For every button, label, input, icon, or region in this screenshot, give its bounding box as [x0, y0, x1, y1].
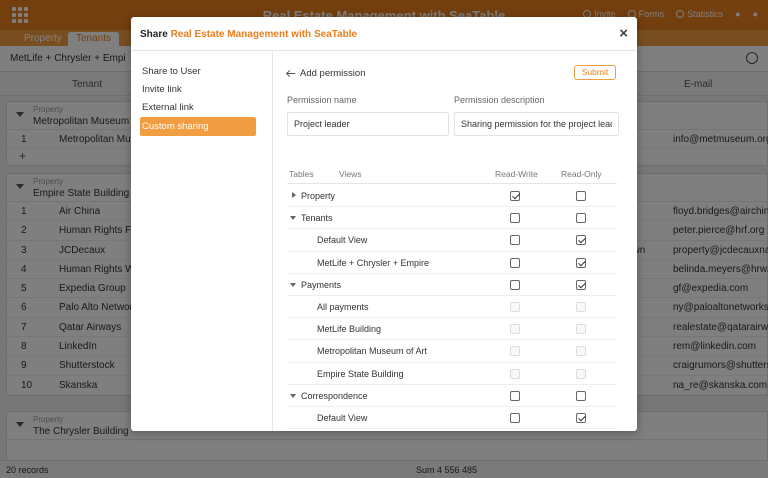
header-read-write: Read-Write — [495, 169, 538, 179]
read-write-checkbox[interactable] — [510, 279, 520, 290]
sidebar-item-share-to-user[interactable]: Share to User — [140, 62, 256, 81]
header-views: Views — [339, 169, 362, 179]
permission-view-row: All payments — [287, 296, 617, 319]
sidebar-item-external-link[interactable]: External link — [140, 98, 256, 117]
read-only-checkbox[interactable] — [576, 413, 586, 423]
permission-description-label: Permission description — [454, 95, 545, 105]
read-only-checkbox[interactable] — [576, 390, 586, 401]
permission-view-row: Empire State Building — [287, 363, 617, 385]
read-only-checkbox[interactable] — [576, 213, 586, 224]
permission-view-row: Default View — [287, 229, 617, 252]
permission-label: Property — [301, 191, 336, 201]
back-to-list[interactable]: Add permission — [287, 68, 365, 79]
add-permission-heading: Add permission — [300, 68, 366, 79]
caret-down-icon[interactable] — [290, 393, 296, 398]
read-write-checkbox — [510, 346, 520, 357]
header-tables: Tables — [289, 169, 314, 179]
read-write-checkbox — [510, 368, 520, 379]
dialog-header: Share Real Estate Management with SeaTab… — [131, 17, 637, 51]
permission-table-row: Tenants — [287, 207, 617, 230]
permission-description-input[interactable] — [454, 112, 619, 136]
header-read-only: Read-Only — [561, 169, 602, 179]
sidebar-item-custom-permissions[interactable]: Custom sharing permissions — [140, 117, 256, 151]
read-only-checkbox — [576, 346, 586, 357]
read-write-checkbox[interactable] — [510, 191, 520, 201]
read-only-checkbox[interactable] — [576, 279, 586, 290]
read-only-checkbox[interactable] — [576, 257, 586, 268]
share-sidebar: Share to User Invite link External link … — [131, 51, 273, 431]
permission-label: Tenants — [301, 213, 333, 224]
read-only-checkbox — [576, 368, 586, 379]
permission-name-input[interactable] — [287, 112, 449, 136]
permission-label: All payments — [317, 302, 369, 312]
permission-label: Empire State Building — [317, 368, 404, 379]
submit-button[interactable]: Submit — [574, 65, 616, 80]
permission-view-row: MetLife + Chrysler + Empire — [287, 252, 617, 274]
permission-view-row: MetLife Building — [287, 318, 617, 341]
caret-down-icon[interactable] — [290, 216, 296, 221]
read-write-checkbox[interactable] — [510, 413, 520, 423]
read-write-checkbox — [510, 324, 520, 335]
permission-name-label: Permission name — [287, 95, 357, 105]
dialog-title-base: Real Estate Management with SeaTable — [170, 29, 358, 40]
permission-editor: Add permission Submit Permission name Pe… — [274, 51, 637, 431]
permission-label: Payments — [301, 279, 342, 290]
read-only-checkbox[interactable] — [576, 235, 586, 246]
read-write-checkbox[interactable] — [510, 390, 520, 401]
read-write-checkbox — [510, 302, 520, 312]
caret-right-icon[interactable] — [292, 192, 296, 198]
permission-table-row: Property — [287, 185, 617, 208]
read-write-checkbox[interactable] — [510, 235, 520, 246]
permission-label: MetLife + Chrysler + Empire — [317, 257, 430, 268]
permission-table-row: Payments — [287, 274, 617, 296]
permission-label: Correspondence — [301, 390, 368, 401]
arrow-left-icon[interactable] — [287, 70, 295, 78]
caret-down-icon[interactable] — [290, 282, 296, 287]
share-dialog: Share Real Estate Management with SeaTab… — [131, 17, 637, 431]
sidebar-item-invite-link[interactable]: Invite link — [140, 80, 256, 99]
read-write-checkbox[interactable] — [510, 257, 520, 268]
read-only-checkbox — [576, 302, 586, 312]
dialog-title: Share Real Estate Management with SeaTab… — [140, 29, 357, 40]
permission-label: Default View — [317, 413, 368, 423]
close-icon[interactable]: × — [619, 25, 628, 42]
permission-view-row: Metropolitan Museum of Art — [287, 340, 617, 363]
permission-label: MetLife Building — [317, 324, 382, 335]
dialog-title-prefix: Share — [140, 29, 168, 40]
read-write-checkbox[interactable] — [510, 213, 520, 224]
permission-table-row: Correspondence — [287, 385, 617, 407]
read-only-checkbox — [576, 324, 586, 335]
read-only-checkbox[interactable] — [576, 191, 586, 201]
permissions-table-header: Tables Views Read-Write Read-Only — [287, 168, 617, 184]
permission-label: Default View — [317, 235, 368, 246]
permission-label: Metropolitan Museum of Art — [317, 346, 428, 357]
permission-view-row: Default View — [287, 407, 617, 430]
